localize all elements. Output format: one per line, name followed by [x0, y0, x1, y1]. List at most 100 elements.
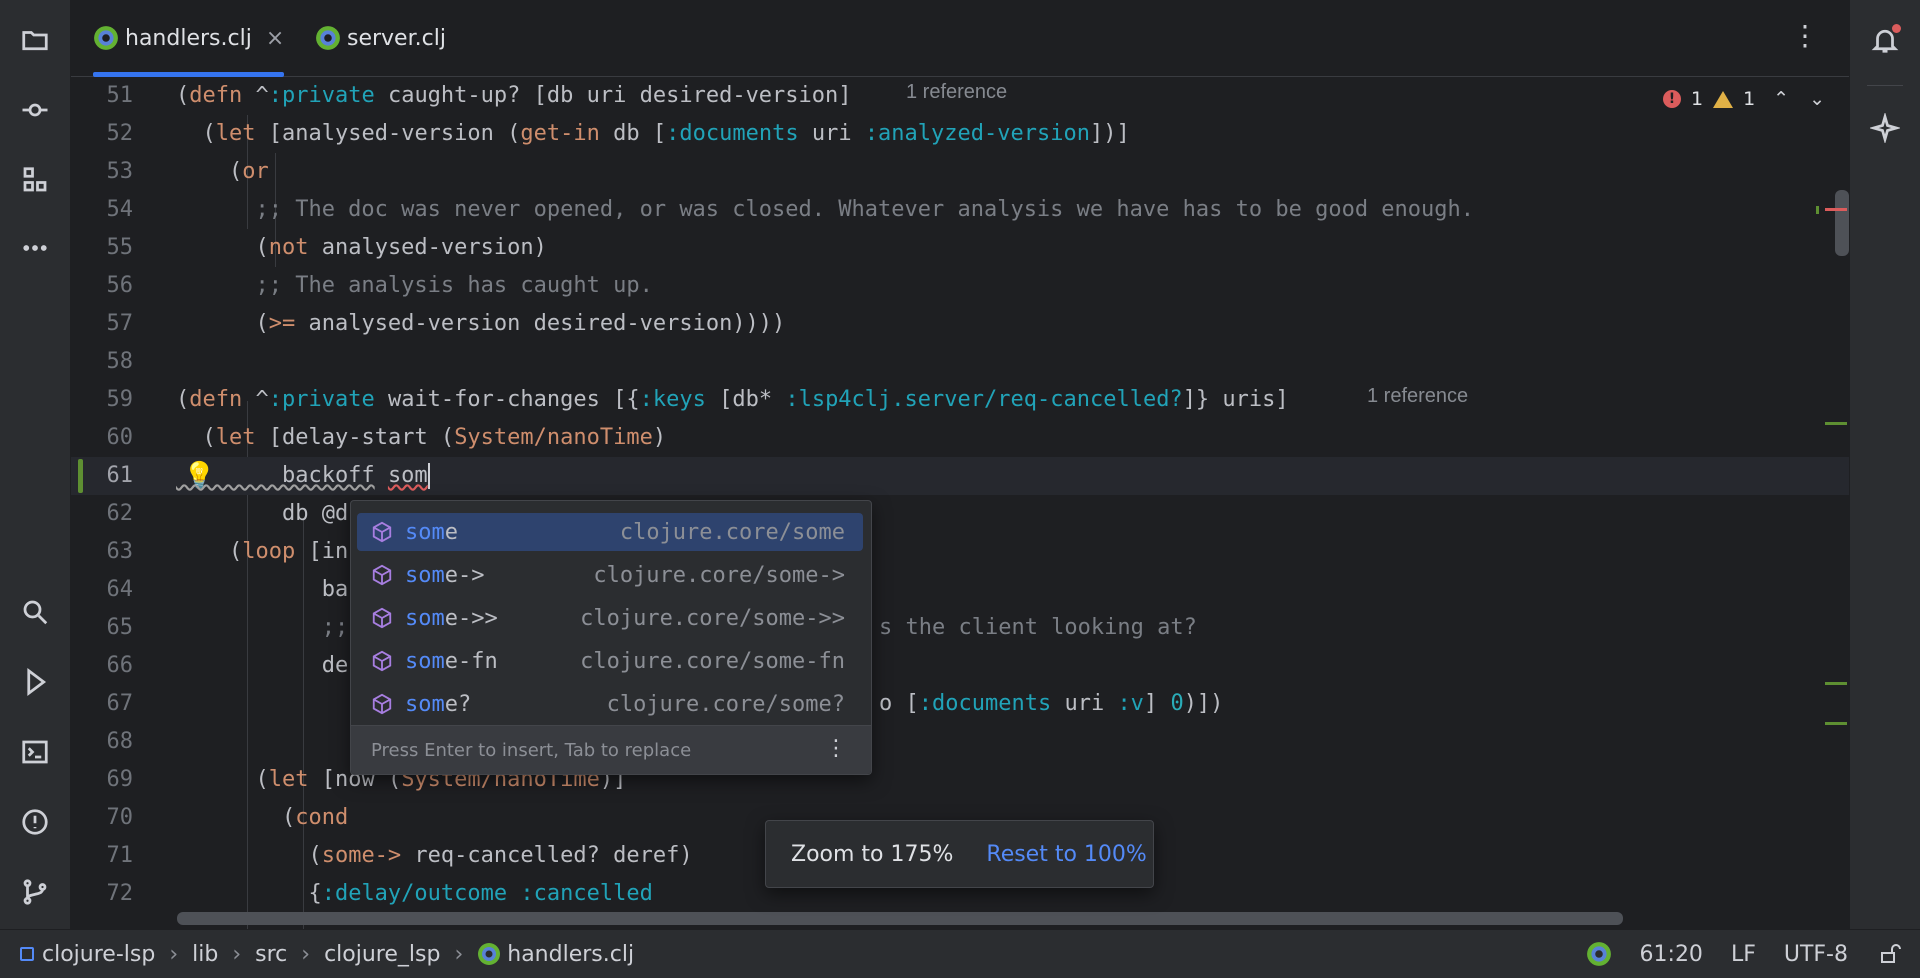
left-toolbar — [0, 0, 71, 929]
completion-namespace: clojure.core/some-fn — [580, 648, 845, 674]
clojure-file-icon — [94, 26, 118, 50]
function-icon — [372, 607, 392, 629]
completion-popup: some clojure.core/some some-> clojure.co… — [350, 500, 872, 775]
problems-icon[interactable] — [17, 804, 53, 840]
search-icon[interactable] — [17, 594, 53, 630]
code-text: {:delay/outcome :cancelled — [176, 881, 653, 906]
more-vertical-icon[interactable]: ⋮ — [825, 736, 847, 761]
ai-sparkle-icon[interactable] — [1867, 110, 1903, 146]
more-icon[interactable] — [17, 230, 53, 266]
breadcrumb-item[interactable]: lib — [192, 942, 218, 967]
line-number: 65 — [106, 615, 134, 640]
code-line: 59 (defn ^:private wait-for-changes [{:k… — [71, 381, 1849, 419]
terminal-icon[interactable] — [17, 734, 53, 770]
line-number: 57 — [106, 311, 134, 336]
notification-badge — [1892, 24, 1901, 33]
horizontal-scrollbar[interactable] — [177, 912, 1623, 925]
line-number: 71 — [106, 843, 134, 868]
code-text: (not analysed-version) — [176, 235, 547, 260]
chevron-right-icon: › — [169, 941, 179, 967]
line-number: 63 — [106, 539, 134, 564]
completion-item[interactable]: some-> clojure.core/some-> — [357, 556, 863, 594]
code-text: o [:documents uri :v] 0)]) — [879, 691, 1224, 716]
line-separator[interactable]: LF — [1731, 942, 1756, 967]
line-number: 52 — [106, 121, 134, 146]
code-line: 53 (or — [71, 153, 1849, 191]
line-number: 59 — [106, 387, 134, 412]
code-line: 54 ;; The doc was never opened, or was c… — [71, 191, 1849, 229]
line-number: 64 — [106, 577, 134, 602]
completion-hint: Press Enter to insert, Tab to replace — [371, 739, 692, 761]
commit-icon[interactable] — [17, 92, 53, 128]
module-icon — [20, 947, 34, 961]
line-number: 69 — [106, 767, 134, 792]
tab-menu-icon[interactable]: ⋮ — [1791, 22, 1819, 50]
code-text: ba — [176, 577, 349, 602]
code-text: (or — [176, 159, 269, 184]
code-line: 67 o [:documents uri :v] 0)]) — [71, 685, 1849, 723]
reset-zoom-link[interactable]: Reset to 100% — [986, 842, 1146, 867]
tab-handlers-clj[interactable]: handlers.clj × — [93, 0, 285, 77]
structure-icon[interactable] — [17, 162, 53, 198]
run-icon[interactable] — [17, 664, 53, 700]
completion-item[interactable]: some? clojure.core/some? — [357, 685, 863, 723]
line-number: 54 — [106, 197, 134, 222]
code-line: 51 (defn ^:private caught-up? [db uri de… — [71, 77, 1849, 115]
line-number: 60 — [106, 425, 134, 450]
editor-tab-bar: handlers.clj × server.clj ⋮ — [71, 0, 1849, 77]
tab-server-clj[interactable]: server.clj — [315, 0, 446, 76]
code-comment: ;; — [176, 615, 349, 640]
change-stripe — [1816, 206, 1819, 214]
zoom-notification: Zoom to 175% Reset to 100% — [765, 820, 1154, 888]
status-bar: clojure-lsp › lib › src › clojure_lsp › … — [0, 929, 1920, 978]
function-icon — [372, 564, 392, 586]
clojure-lsp-status-icon[interactable] — [1586, 941, 1612, 967]
completion-namespace: clojure.core/some — [619, 519, 845, 545]
code-line: 52 (let [analysed-version (get-in db [:d… — [71, 115, 1849, 153]
breadcrumb-item[interactable]: src — [255, 942, 287, 967]
warning-count: 1 — [1743, 88, 1756, 110]
bell-icon[interactable] — [1867, 22, 1903, 58]
chevron-up-icon[interactable]: ⌃ — [1773, 88, 1789, 110]
code-line: 66 de — [71, 647, 1849, 685]
code-line: 57 (>= analysed-version desired-version)… — [71, 305, 1849, 343]
completion-namespace: clojure.core/some? — [606, 691, 845, 717]
error-stripe — [1825, 208, 1847, 211]
breadcrumb-item[interactable]: clojure_lsp — [324, 942, 440, 967]
line-number: 62 — [106, 501, 134, 526]
usage-hint[interactable]: 1 reference — [1367, 385, 1468, 408]
line-number: 58 — [106, 349, 134, 374]
breadcrumb-item[interactable]: handlers.clj — [507, 942, 634, 967]
completion-item[interactable]: some clojure.core/some — [357, 513, 863, 551]
breadcrumb: clojure-lsp › lib › src › clojure_lsp › … — [20, 942, 634, 967]
caret-position[interactable]: 61:20 — [1640, 942, 1703, 967]
lock-icon[interactable] — [1878, 942, 1902, 966]
code-text: (let [analysed-version (get-in db [:docu… — [176, 121, 1130, 146]
divider — [1867, 85, 1903, 86]
code-editor[interactable]: 51 (defn ^:private caught-up? [db uri de… — [71, 77, 1849, 929]
code-line: 65 ;; s the client looking at? — [71, 609, 1849, 647]
change-stripe — [1825, 682, 1847, 685]
git-branch-icon[interactable] — [17, 874, 53, 910]
completion-item[interactable]: some-fn clojure.core/some-fn — [357, 642, 863, 680]
vertical-scrollbar[interactable] — [1835, 190, 1849, 256]
inspection-widget[interactable]: ! 1 1 ⌃ ⌄ — [1662, 88, 1825, 110]
code-line: 55 (not analysed-version) — [71, 229, 1849, 267]
line-number: 51 — [106, 83, 134, 108]
line-number: 68 — [106, 729, 134, 754]
line-number: 53 — [106, 159, 134, 184]
breadcrumb-item[interactable]: clojure-lsp — [42, 942, 155, 967]
close-icon[interactable]: × — [266, 26, 284, 51]
code-text: (defn ^:private wait-for-changes [{:keys… — [176, 387, 1289, 412]
error-icon: ! — [1662, 90, 1681, 108]
usage-hint[interactable]: 1 reference — [906, 81, 1007, 104]
code-line: 56 ;; The analysis has caught up. — [71, 267, 1849, 305]
file-encoding[interactable]: UTF-8 — [1784, 942, 1848, 967]
code-line: 68 — [71, 723, 1849, 761]
line-number: 70 — [106, 805, 134, 830]
function-icon — [372, 650, 392, 672]
folder-icon[interactable] — [17, 22, 53, 58]
chevron-down-icon[interactable]: ⌄ — [1809, 88, 1825, 110]
completion-namespace: clojure.core/some-> — [593, 562, 845, 588]
completion-item[interactable]: some->> clojure.core/some->> — [357, 599, 863, 637]
